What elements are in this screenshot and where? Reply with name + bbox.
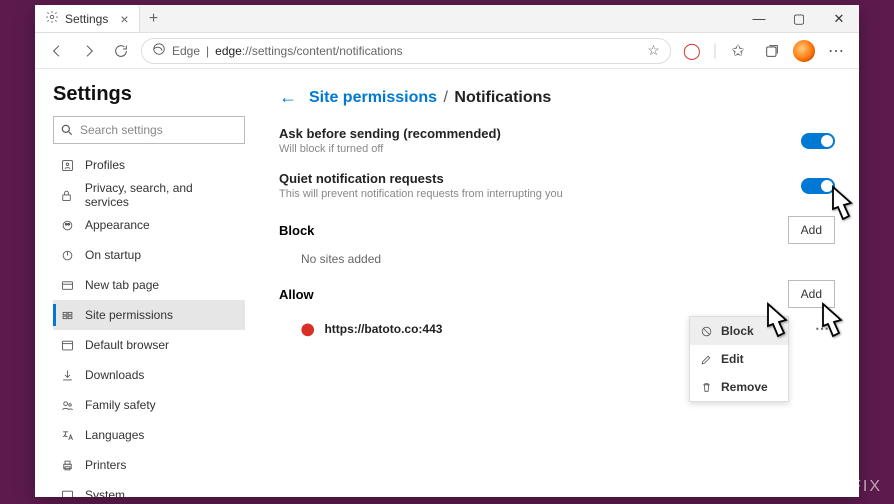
tab-title: Settings [65,12,108,26]
sidebar-item-newtab[interactable]: New tab page [53,270,245,300]
sidebar-item-label: Site permissions [85,308,173,322]
content-area: Settings Search settings Profiles Privac… [35,69,859,497]
maximize-button[interactable]: ▢ [779,5,819,33]
cursor-icon [815,300,855,351]
search-input[interactable]: Search settings [53,116,245,144]
main-panel: ← Site permissions / Notifications Ask b… [255,69,859,497]
favorites-icon[interactable]: ✩ [725,38,751,64]
new-tab-button[interactable]: + [140,10,168,28]
permissions-icon [59,307,75,323]
address-url: edge://settings/content/notifications [215,44,402,58]
watermark: UGETFIX [799,478,882,496]
settings-heading: Settings [53,83,245,106]
sidebar-item-default-browser[interactable]: Default browser [53,330,245,360]
block-label: Block [279,223,314,238]
sidebar: Settings Search settings Profiles Privac… [35,69,255,497]
sidebar-item-system[interactable]: System [53,480,245,497]
family-icon [59,397,75,413]
site-url: https://batoto.co:443 [324,322,442,336]
titlebar: Settings × + — ▢ ✕ [35,5,859,33]
breadcrumb-parent[interactable]: Site permissions [309,89,437,106]
sidebar-item-downloads[interactable]: Downloads [53,360,245,390]
allow-section-header: Allow Add [279,280,835,308]
block-empty-text: No sites added [279,252,835,266]
sidebar-item-label: Privacy, search, and services [85,181,239,209]
sidebar-item-label: Downloads [85,368,144,382]
search-placeholder: Search settings [80,123,163,137]
setting-description: Will block if turned off [279,143,501,155]
favorite-button[interactable]: ☆ [647,42,660,59]
allow-site-row: ⬤ https://batoto.co:443 ⋯ Block Edit Rem… [279,316,835,341]
address-separator: | [206,44,209,58]
sidebar-item-label: Default browser [85,338,169,352]
minimize-button[interactable]: — [739,5,779,33]
alert-icon: ⬤ [301,322,314,336]
download-icon [59,367,75,383]
collections-icon[interactable] [759,38,785,64]
breadcrumb-separator: / [444,89,448,106]
sidebar-item-family[interactable]: Family safety [53,390,245,420]
back-button[interactable] [45,39,69,63]
setting-title: Quiet notification requests [279,171,563,186]
ublock-icon[interactable]: ◯ [679,38,705,64]
sidebar-item-printers[interactable]: Printers [53,450,245,480]
language-icon [59,427,75,443]
setting-title: Ask before sending (recommended) [279,126,501,141]
sidebar-item-label: Profiles [85,158,125,172]
ask-toggle[interactable] [801,133,835,149]
block-section-header: Block Add [279,216,835,244]
sidebar-item-startup[interactable]: On startup [53,240,245,270]
forward-button[interactable] [77,39,101,63]
breadcrumb: Site permissions / Notifications [309,89,551,107]
sidebar-item-label: New tab page [85,278,159,292]
appearance-icon [59,217,75,233]
ask-before-sending-setting: Ask before sending (recommended) Will bl… [279,126,835,155]
toolbar: Edge | edge://settings/content/notificat… [35,33,859,69]
address-bar[interactable]: Edge | edge://settings/content/notificat… [141,38,671,64]
sidebar-item-label: System [85,488,125,497]
menu-button[interactable]: ⋯ [823,38,849,64]
sidebar-item-appearance[interactable]: Appearance [53,210,245,240]
power-icon [59,247,75,263]
browser-window: Settings × + — ▢ ✕ Edge | edge://setting… [35,5,859,497]
sidebar-item-label: Languages [85,428,144,442]
allow-label: Allow [279,287,314,302]
system-icon [59,487,75,497]
window-controls: — ▢ ✕ [739,5,859,33]
sidebar-item-label: On startup [85,248,141,262]
profile-avatar[interactable] [793,40,815,62]
setting-description: This will prevent notification requests … [279,188,563,200]
page-header: ← Site permissions / Notifications [279,87,835,108]
sidebar-item-profiles[interactable]: Profiles [53,150,245,180]
gear-icon [45,10,59,27]
sidebar-item-site-permissions[interactable]: Site permissions [53,300,245,330]
lock-icon [59,187,75,203]
separator: | [713,42,717,60]
browser-icon [59,337,75,353]
quiet-requests-setting: Quiet notification requests This will pr… [279,171,835,200]
breadcrumb-current: Notifications [454,89,551,106]
close-window-button[interactable]: ✕ [819,5,859,33]
cursor-icon [760,300,800,351]
tab-close-button[interactable]: × [120,11,128,27]
sidebar-item-privacy[interactable]: Privacy, search, and services [53,180,245,210]
sidebar-item-label: Printers [85,458,126,472]
nav-list: Profiles Privacy, search, and services A… [53,150,245,497]
sidebar-item-label: Family safety [85,398,156,412]
printer-icon [59,457,75,473]
newtab-icon [59,277,75,293]
cursor-icon [825,183,865,234]
edge-icon [152,42,166,59]
address-prefix: Edge [172,44,200,58]
profile-icon [59,157,75,173]
sidebar-item-languages[interactable]: Languages [53,420,245,450]
refresh-button[interactable] [109,39,133,63]
back-arrow-button[interactable]: ← [279,87,297,108]
browser-tab[interactable]: Settings × [35,5,140,33]
sidebar-item-label: Appearance [85,218,150,232]
menu-remove[interactable]: Remove [690,373,788,401]
